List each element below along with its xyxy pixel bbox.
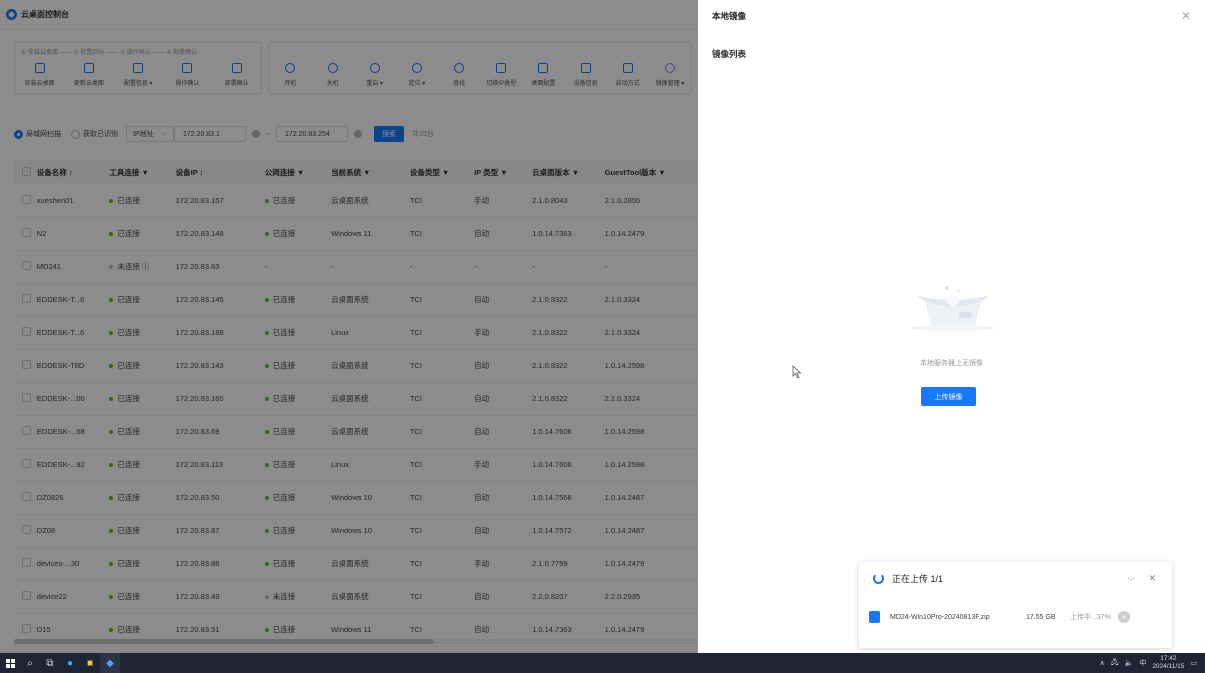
file-explorer-icon[interactable]: ■ (80, 653, 100, 673)
edge-browser-icon[interactable]: ● (60, 653, 80, 673)
clock-date: 2024/11/15 (1152, 663, 1185, 670)
file-icon (869, 611, 880, 623)
mouse-cursor-icon (792, 365, 802, 379)
notification-icon[interactable]: ▭ (1190, 659, 1197, 667)
windows-taskbar: ⌕ ⧉ ● ■ ◆ ∧ 🖧 🔈 中 17:42 2024/11/15 ▭ (0, 653, 1205, 673)
upload-file-row: MD24-Win10Pro-20240813F.zip 17.55 GB 上传中… (869, 606, 1165, 628)
empty-text: 本地服务器上无镜像 (920, 360, 983, 367)
system-tray: ∧ 🖧 🔈 中 17:42 2024/11/15 ▭ (1100, 653, 1205, 673)
empty-box-icon (909, 286, 997, 331)
close-icon[interactable]: ✕ (1148, 573, 1156, 584)
close-icon[interactable]: ✕ (1181, 9, 1191, 23)
modal-mask[interactable] (0, 0, 698, 653)
upload-status: 上传中...37% (1070, 614, 1111, 621)
upload-image-button[interactable]: 上传镜像 (921, 387, 976, 406)
clock-time: 17:42 (1160, 655, 1177, 662)
network-icon[interactable]: 🖧 (1111, 658, 1119, 669)
local-image-drawer: 本地镜像 ✕ 镜像列表 本地服务器上无镜像 上传镜像 (698, 0, 1205, 653)
drawer-title: 本地镜像 (712, 11, 747, 21)
upload-title: 正在上传 1/1 (892, 574, 944, 584)
loading-spinner-icon (873, 573, 884, 584)
image-list-title: 镜像列表 (712, 49, 747, 59)
upload-header: 正在上传 1/1 (873, 572, 943, 585)
drawer-header: 本地镜像 ✕ (698, 0, 1205, 32)
upload-controls: ⌵ ✕ (1128, 573, 1156, 584)
cancel-upload-icon[interactable]: × (1118, 611, 1130, 623)
ime-indicator[interactable]: 中 (1139, 658, 1146, 668)
upload-file-name: MD24-Win10Pro-20240813F.zip (890, 613, 990, 621)
upload-panel: 正在上传 1/1 ⌵ ✕ MD24-Win10Pro-20240813F.zip… (859, 562, 1172, 648)
task-view-icon[interactable]: ⧉ (40, 653, 60, 673)
upload-file-size: 17.55 GB (1026, 613, 1056, 621)
volume-icon[interactable]: 🔈 (1125, 659, 1134, 667)
search-icon[interactable]: ⌕ (20, 653, 40, 673)
start-button[interactable] (0, 653, 20, 673)
windows-logo-icon (5, 658, 15, 668)
collapse-icon[interactable]: ⌵ (1128, 573, 1135, 584)
console-app-icon[interactable]: ◆ (100, 653, 120, 673)
clock[interactable]: 17:42 2024/11/15 (1152, 655, 1184, 671)
tray-chevron-icon[interactable]: ∧ (1100, 659, 1105, 667)
